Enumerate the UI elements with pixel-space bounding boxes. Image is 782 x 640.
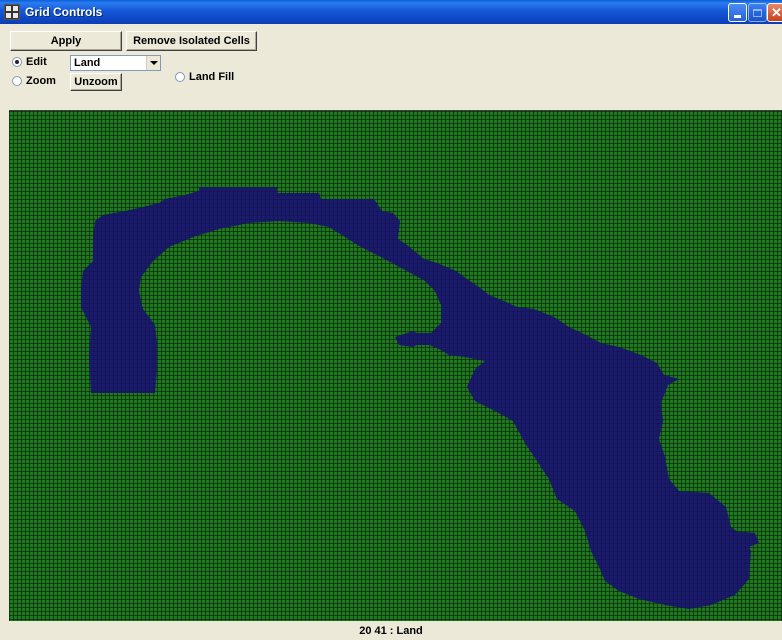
cell-type-select[interactable]: Land [70,55,161,71]
land-fill-label: Land Fill [189,71,235,83]
chevron-down-icon[interactable] [146,56,160,70]
zoom-label: Zoom [26,75,56,87]
window-title: Grid Controls [25,5,103,19]
water-body-map [9,111,782,621]
land-fill-radio[interactable] [175,72,185,82]
grid-canvas[interactable] [9,110,782,621]
apply-button[interactable]: Apply [10,31,122,51]
close-icon: ✕ [771,4,782,20]
unzoom-button[interactable]: Unzoom [70,73,122,91]
cell-type-value: Land [74,57,101,69]
status-bar: 20 41 : Land [0,621,782,640]
maximize-button[interactable] [748,3,767,22]
grid-app-icon [4,4,20,20]
maximize-icon [753,8,762,17]
edit-label: Edit [26,56,47,68]
remove-isolated-cells-button[interactable]: Remove Isolated Cells [126,31,257,51]
cell-grid-lines [9,111,782,621]
minimize-icon [734,15,741,18]
title-bar[interactable]: Grid Controls ✕ [0,0,782,24]
zoom-radio[interactable] [12,76,22,86]
close-button[interactable]: ✕ [767,3,782,22]
minimize-button[interactable] [728,3,747,22]
edit-radio[interactable] [12,57,22,67]
status-text: 20 41 : Land [359,624,423,637]
